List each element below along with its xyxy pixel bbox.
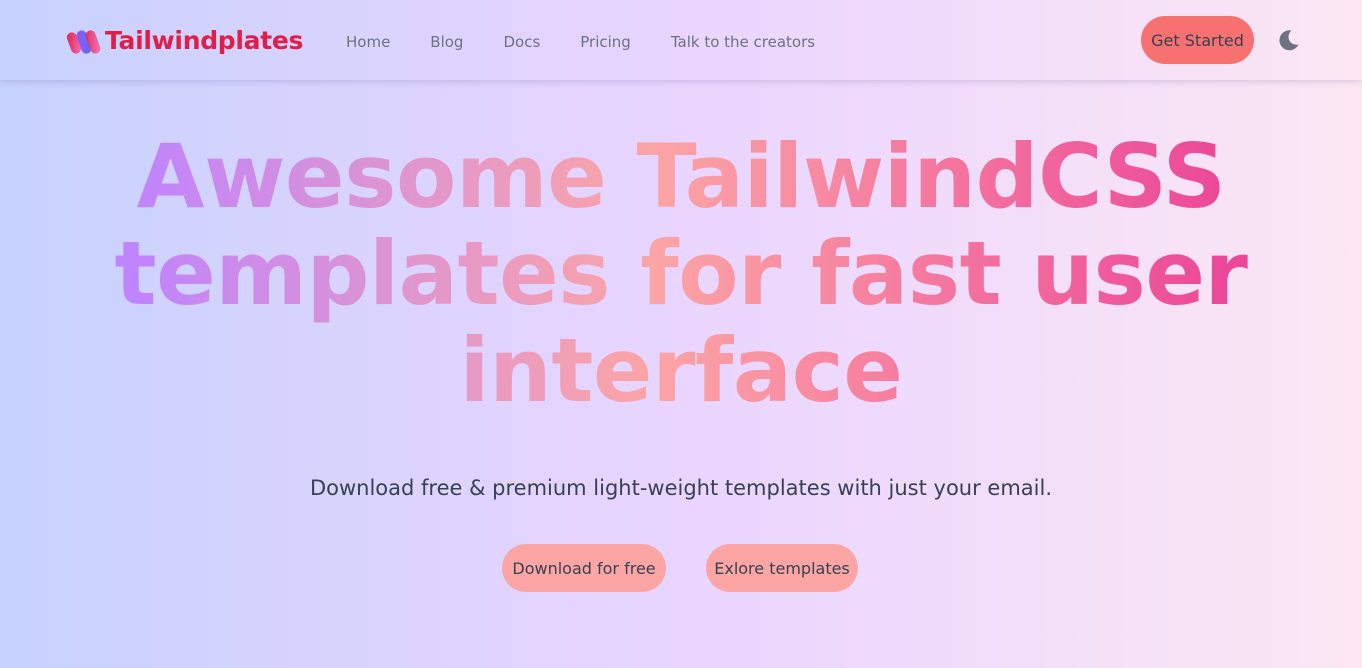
hero-subtitle: Download free & premium light-weight tem… [309, 476, 1053, 500]
brand-logo-link[interactable]: Tailwindplates [67, 24, 303, 56]
top-navbar: Tailwindplates Home Blog Docs Pricing Ta… [0, 0, 1362, 80]
nav-link-talk-to-creators[interactable]: Talk to the creators [671, 33, 815, 51]
explore-templates-button[interactable]: Exlore templates [706, 544, 858, 592]
nav-link-pricing[interactable]: Pricing [580, 33, 631, 51]
moon-icon[interactable] [1274, 26, 1302, 54]
hero-title-line-3: interface [459, 319, 903, 422]
hero-title-line-1: Awesome TailwindCSS [136, 125, 1226, 228]
hero-title: Awesome TailwindCSS templates for fast u… [0, 128, 1362, 419]
main-nav: Home Blog Docs Pricing Talk to the creat… [346, 33, 855, 51]
nav-link-docs[interactable]: Docs [503, 33, 540, 51]
download-for-free-button[interactable]: Download for free [502, 544, 666, 592]
brand-name: Tailwindplates [105, 25, 304, 55]
hero-title-line-2: templates for fast user [114, 222, 1248, 325]
tailwindplates-logo-icon [67, 24, 101, 56]
get-started-button[interactable]: Get Started [1141, 16, 1254, 64]
nav-link-blog[interactable]: Blog [430, 33, 463, 51]
nav-link-home[interactable]: Home [346, 33, 390, 51]
